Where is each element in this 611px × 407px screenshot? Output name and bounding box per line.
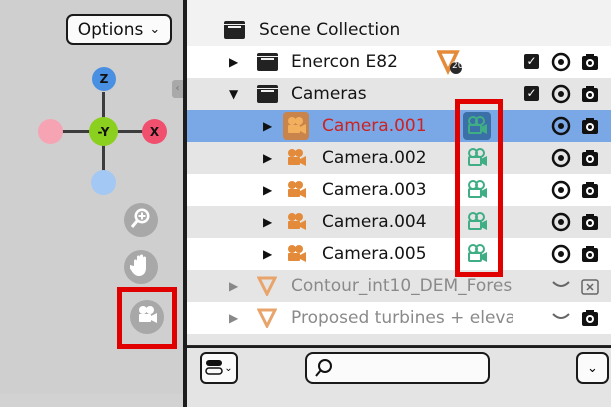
outliner-item-label: Camera.001 (322, 116, 427, 136)
render-camera-icon[interactable] (580, 148, 600, 168)
render-camera-icon[interactable] (580, 84, 600, 104)
filter-dropdown-button[interactable]: ⌄ (576, 352, 609, 384)
viewport-bottom-strip (0, 394, 183, 407)
render-camera-icon[interactable] (580, 308, 600, 328)
camera-object-icon (285, 244, 307, 264)
gizmo-x-label: X (149, 124, 160, 139)
gizmo-z-label: Z (99, 72, 109, 86)
expand-arrow-icon[interactable]: ▶ (229, 279, 238, 293)
outliner-row-cameras[interactable]: ▼ Cameras ✓ (187, 78, 611, 110)
render-camera-icon[interactable] (580, 116, 600, 136)
expand-arrow-icon[interactable]: ▶ (263, 215, 272, 229)
gizmo-y-axis[interactable]: -Y (89, 117, 118, 146)
mesh-count-badge: 20 (452, 61, 464, 71)
eye-icon[interactable] (551, 84, 571, 104)
gizmo-z-axis[interactable]: Z (92, 67, 116, 91)
outliner-item-label: Camera.004 (322, 212, 427, 232)
eye-icon[interactable] (551, 180, 571, 200)
outliner-row-partial (187, 334, 611, 345)
pan-button[interactable] (124, 250, 158, 284)
outliner-row-scene-collection[interactable]: Scene Collection (187, 14, 611, 46)
zoom-icon (130, 207, 152, 233)
render-camera-icon[interactable] (580, 180, 600, 200)
mesh-object-icon (257, 276, 277, 296)
exclude-checkbox[interactable]: ✓ (524, 86, 539, 101)
outliner-row-proposed-turbines[interactable]: ▶ Proposed turbines + eleva (187, 302, 611, 334)
render-disabled-icon[interactable] (580, 276, 600, 296)
hand-pan-icon (128, 253, 152, 281)
outliner-row-camera-003[interactable]: ▶ Camera.003 (187, 174, 611, 206)
outliner-panel[interactable]: Scene Collection ▶ Enercon E82 20 ✓ ▼ Ca… (187, 0, 611, 345)
highlight-camera-view (117, 287, 177, 349)
chevron-down-icon: ⌄ (587, 360, 598, 376)
camera-object-icon (285, 212, 307, 232)
outliner-row-camera-004[interactable]: ▶ Camera.004 (187, 206, 611, 238)
gizmo-neg-x-axis[interactable] (38, 119, 63, 144)
outliner-item-label: Camera.002 (322, 148, 427, 168)
collapse-arrow-icon[interactable]: ▼ (229, 87, 238, 101)
outliner-row-enercon[interactable]: ▶ Enercon E82 20 ✓ (187, 46, 611, 78)
render-camera-icon[interactable] (580, 244, 600, 264)
expand-arrow-icon[interactable]: ▶ (229, 55, 238, 69)
outliner-item-label: Camera.003 (322, 180, 427, 200)
viewport-3d[interactable]: Options ⌄ ‹ Z -Y X (0, 0, 183, 407)
gizmo-neg-z-axis[interactable] (91, 170, 116, 195)
expand-arrow-icon[interactable]: ▶ (263, 183, 272, 197)
options-button[interactable]: Options ⌄ (66, 14, 172, 45)
chevron-down-icon: ⌄ (149, 22, 161, 37)
outliner-row-camera-002[interactable]: ▶ Camera.002 (187, 142, 611, 174)
render-camera-icon[interactable] (580, 52, 600, 72)
outliner-item-label: Cameras (291, 84, 367, 104)
options-label: Options (77, 19, 144, 40)
outliner-item-label: Contour_int10_DEM_Fores (291, 276, 513, 296)
camera-object-icon (283, 112, 309, 140)
expand-arrow-icon[interactable]: ▶ (229, 311, 238, 325)
eye-icon[interactable] (551, 148, 571, 168)
eye-icon[interactable] (551, 116, 571, 136)
eye-icon[interactable] (551, 212, 571, 232)
eye-closed-icon[interactable] (551, 278, 571, 292)
outliner-item-label: Enercon E82 (291, 52, 398, 72)
sidebar-toggle-tab[interactable]: ‹ (172, 80, 183, 98)
outliner-row-camera-001[interactable]: ▶ Camera.001 (187, 110, 611, 142)
expand-arrow-icon[interactable]: ▶ (263, 119, 272, 133)
render-camera-icon[interactable] (580, 212, 600, 232)
camera-object-icon (285, 148, 307, 168)
eye-icon[interactable] (551, 52, 571, 72)
outliner-item-label: Proposed turbines + eleva (291, 308, 513, 328)
search-icon (313, 357, 335, 383)
gizmo-x-axis[interactable]: X (142, 119, 167, 144)
search-input[interactable] (305, 352, 490, 384)
highlight-camera-data-column (455, 99, 503, 277)
collection-icon (257, 53, 278, 71)
expand-arrow-icon[interactable]: ▶ (263, 151, 272, 165)
editor-type-dropdown[interactable]: ⌄ (200, 352, 238, 384)
collection-icon (257, 85, 278, 103)
collection-icon (224, 21, 245, 39)
scene-collection-label: Scene Collection (259, 20, 401, 40)
chevron-down-icon: ⌄ (224, 362, 233, 374)
properties-header: ⌄ ⌄ (187, 348, 611, 407)
eye-closed-icon[interactable] (551, 310, 571, 324)
zoom-button[interactable] (124, 203, 158, 237)
eye-icon[interactable] (551, 244, 571, 264)
outliner-item-label: Camera.005 (322, 244, 427, 264)
camera-object-icon (285, 180, 307, 200)
expand-arrow-icon[interactable]: ▶ (263, 247, 272, 261)
mesh-data-icon[interactable]: 20 (437, 49, 463, 75)
editor-type-icon (205, 359, 224, 378)
outliner-row-contour[interactable]: ▶ Contour_int10_DEM_Fores (187, 270, 611, 302)
outliner-row-camera-005[interactable]: ▶ Camera.005 (187, 238, 611, 270)
mesh-object-icon (257, 308, 277, 328)
gizmo-y-label: -Y (97, 124, 110, 139)
exclude-checkbox[interactable]: ✓ (524, 54, 539, 69)
